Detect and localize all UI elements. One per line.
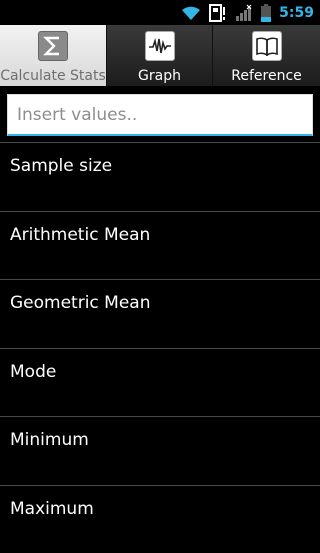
stat-row-minimum: Minimum — [0, 416, 320, 485]
stat-label: Mode — [10, 362, 56, 382]
stat-label: Maximum — [10, 499, 94, 519]
stat-label: Sample size — [10, 156, 112, 176]
wifi-icon — [181, 5, 201, 21]
stat-row-maximum: Maximum — [0, 485, 320, 553]
stats-list: Sample size Arithmetic Mean Geometric Me… — [0, 142, 320, 553]
stat-row-arithmetic-mean: Arithmetic Mean — [0, 211, 320, 280]
tab-calculate-stats[interactable]: Calculate Stats — [0, 25, 107, 86]
status-icons: 5:59 — [181, 0, 314, 25]
status-bar: 5:59 — [0, 0, 320, 25]
signal-icon — [235, 4, 253, 22]
tab-reference[interactable]: Reference — [213, 25, 320, 86]
sim-card-icon — [209, 4, 227, 22]
stat-label: Geometric Mean — [10, 293, 151, 313]
tab-calculate-stats-label: Calculate Stats — [0, 68, 106, 84]
tab-bar: Calculate Stats Graph Reference — [0, 25, 320, 87]
stat-label: Minimum — [10, 430, 89, 450]
sigma-icon — [38, 31, 68, 61]
stat-row-geometric-mean: Geometric Mean — [0, 279, 320, 348]
book-icon — [252, 31, 282, 61]
values-input[interactable] — [7, 94, 313, 136]
stat-row-mode: Mode — [0, 348, 320, 417]
stat-row-sample-size: Sample size — [0, 142, 320, 211]
stat-label: Arithmetic Mean — [10, 225, 150, 245]
clock: 5:59 — [279, 5, 314, 21]
values-input-area — [0, 86, 320, 142]
tab-graph-label: Graph — [138, 68, 181, 84]
tab-graph[interactable]: Graph — [107, 25, 213, 86]
battery-icon — [261, 4, 271, 22]
tab-reference-label: Reference — [231, 68, 302, 84]
waveform-icon — [145, 31, 175, 61]
